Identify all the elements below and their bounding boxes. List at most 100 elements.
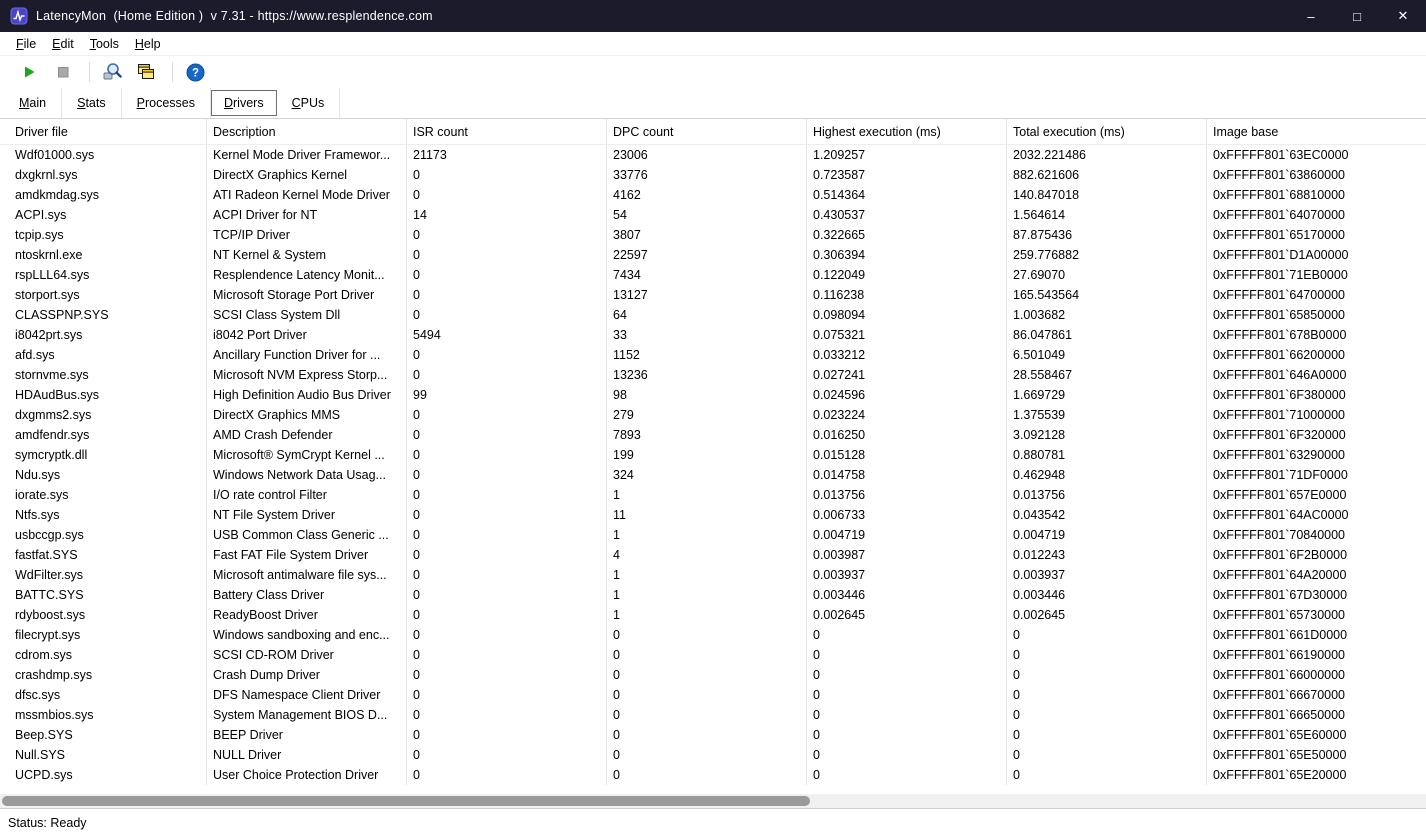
table-row[interactable]: UCPD.sys User Choice Protection Driver 0 0 0… bbox=[0, 765, 1426, 785]
minimize-button[interactable]: – bbox=[1288, 0, 1334, 32]
menubar: File Edit Tools Help bbox=[0, 32, 1426, 56]
column-header-image-base[interactable]: Image base bbox=[1207, 119, 1426, 144]
stop-monitor-button[interactable] bbox=[48, 59, 78, 85]
table-row[interactable]: ACPI.sys ACPI Driver for NT 14 54 0.430537 1.… bbox=[0, 205, 1426, 225]
table-cell: 0xFFFFF801`71DF0000 bbox=[1213, 468, 1348, 482]
column-header-dpc-count[interactable]: DPC count bbox=[607, 119, 807, 144]
table-row[interactable]: dxgmms2.sys DirectX Graphics MMS 0 279 0.023… bbox=[0, 405, 1426, 425]
table-cell: 0.013756 bbox=[1007, 485, 1207, 505]
table-cell: ntoskrnl.exe bbox=[0, 245, 207, 265]
tabbar: Main Stats Processes Drivers CPUs bbox=[0, 88, 1426, 118]
tab-drivers[interactable]: Drivers bbox=[210, 90, 277, 116]
column-header-driver-file[interactable]: Driver file bbox=[0, 119, 207, 144]
table-row[interactable]: BATTC.SYS Battery Class Driver 0 1 0.003446 0… bbox=[0, 585, 1426, 605]
column-header-total-execution[interactable]: Total execution (ms) bbox=[1007, 119, 1207, 144]
table-cell: 0 bbox=[807, 685, 1007, 705]
table-row[interactable]: fastfat.SYS Fast FAT File System Driver 0 4… bbox=[0, 545, 1426, 565]
table-cell: 1 bbox=[607, 525, 807, 545]
magnifier-tools-icon bbox=[102, 62, 122, 82]
table-row[interactable]: rspLLL64.sys Resplendence Latency Monit..… bbox=[0, 265, 1426, 285]
analyze-drivers-button[interactable] bbox=[97, 59, 127, 85]
tab-processes-label: Processes bbox=[136, 96, 195, 110]
table-row[interactable]: filecrypt.sys Windows sandboxing and enc.… bbox=[0, 625, 1426, 645]
table-cell: 0xFFFFF801`66670000 bbox=[1213, 688, 1346, 702]
table-row[interactable]: Ndu.sys Windows Network Data Usag... 0 324 0… bbox=[0, 465, 1426, 485]
listview-empty-space bbox=[0, 785, 1426, 794]
table-row[interactable]: mssmbios.sys System Management BIOS D... 0… bbox=[0, 705, 1426, 725]
menu-edit[interactable]: Edit bbox=[44, 35, 82, 53]
help-button[interactable]: ? bbox=[180, 59, 210, 85]
status-text: Status: Ready bbox=[8, 815, 87, 830]
svg-text:?: ? bbox=[191, 67, 198, 79]
table-cell: 0xFFFFF801`65E60000 bbox=[1213, 728, 1347, 742]
drivers-listview: Driver file Description ISR count DPC co… bbox=[0, 118, 1426, 808]
table-cell: I/O rate control Filter bbox=[207, 485, 407, 505]
table-row[interactable]: crashdmp.sys Crash Dump Driver 0 0 0 0 0xFFFFF… bbox=[0, 665, 1426, 685]
table-row[interactable]: usbccgp.sys USB Common Class Generic ... 0… bbox=[0, 525, 1426, 545]
table-row[interactable]: symcryptk.dll Microsoft® SymCrypt Kernel … bbox=[0, 445, 1426, 465]
table-cell: 0 bbox=[1007, 725, 1207, 745]
table-cell: 0 bbox=[607, 625, 807, 645]
table-row[interactable]: tcpip.sys TCP/IP Driver 0 3807 0.322665 87.87… bbox=[0, 225, 1426, 245]
tab-main[interactable]: Main bbox=[4, 88, 63, 118]
window-title: LatencyMon (Home Edition ) v 7.31 - http… bbox=[36, 9, 433, 23]
table-cell: UCPD.sys bbox=[0, 765, 207, 785]
column-header-description[interactable]: Description bbox=[207, 119, 407, 144]
table-cell: filecrypt.sys bbox=[0, 625, 207, 645]
table-row[interactable]: CLASSPNP.SYS SCSI Class System Dll 0 64 0.09… bbox=[0, 305, 1426, 325]
table-cell: 0 bbox=[407, 405, 607, 425]
table-cell: NT Kernel & System bbox=[207, 245, 407, 265]
column-header-isr-count[interactable]: ISR count bbox=[407, 119, 607, 144]
table-row[interactable]: rdyboost.sys ReadyBoost Driver 0 1 0.002645 0… bbox=[0, 605, 1426, 625]
table-row[interactable]: amdfendr.sys AMD Crash Defender 0 7893 0.016… bbox=[0, 425, 1426, 445]
menu-help[interactable]: Help bbox=[127, 35, 169, 53]
report-windows-button[interactable] bbox=[131, 59, 161, 85]
table-row[interactable]: WdFilter.sys Microsoft antimalware file s… bbox=[0, 565, 1426, 585]
table-row[interactable]: afd.sys Ancillary Function Driver for ...… bbox=[0, 345, 1426, 365]
table-row[interactable]: ntoskrnl.exe NT Kernel & System 0 22597 0.30… bbox=[0, 245, 1426, 265]
tab-processes[interactable]: Processes bbox=[122, 88, 211, 118]
toolbar-separator bbox=[172, 62, 173, 82]
table-row[interactable]: Beep.SYS BEEP Driver 0 0 0 0 0xFFFFF801`65E600… bbox=[0, 725, 1426, 745]
table-cell: 0xFFFFF801`64AC0000 bbox=[1213, 508, 1349, 522]
table-cell: 0.003937 bbox=[807, 565, 1007, 585]
table-row[interactable]: stornvme.sys Microsoft NVM Express Storp.… bbox=[0, 365, 1426, 385]
table-cell: 0.006733 bbox=[807, 505, 1007, 525]
table-cell: 0xFFFFF801`6F380000 bbox=[1213, 388, 1346, 402]
table-row[interactable]: dxgkrnl.sys DirectX Graphics Kernel 0 33776… bbox=[0, 165, 1426, 185]
table-row[interactable]: dfsc.sys DFS Namespace Client Driver 0 0 0 0 0… bbox=[0, 685, 1426, 705]
table-row[interactable]: HDAudBus.sys High Definition Audio Bus Dr… bbox=[0, 385, 1426, 405]
table-row[interactable]: iorate.sys I/O rate control Filter 0 1 0.013… bbox=[0, 485, 1426, 505]
table-cell: 3.092128 bbox=[1007, 425, 1207, 445]
table-cell: WdFilter.sys bbox=[0, 565, 207, 585]
table-row[interactable]: i8042prt.sys i8042 Port Driver 5494 33 0.075… bbox=[0, 325, 1426, 345]
table-cell: afd.sys bbox=[0, 345, 207, 365]
tab-main-label: Main bbox=[19, 96, 47, 110]
close-button[interactable]: ✕ bbox=[1380, 0, 1426, 32]
table-row[interactable]: cdrom.sys SCSI CD-ROM Driver 0 0 0 0 0xFFFFF80… bbox=[0, 645, 1426, 665]
table-cell: 0 bbox=[407, 565, 607, 585]
table-row[interactable]: storport.sys Microsoft Storage Port Drive… bbox=[0, 285, 1426, 305]
table-cell: User Choice Protection Driver bbox=[207, 765, 407, 785]
column-header-highest-execution[interactable]: Highest execution (ms) bbox=[807, 119, 1007, 144]
table-cell: 0xFFFFF801`68810000 bbox=[1213, 188, 1346, 202]
table-cell: 0xFFFFF801`65850000 bbox=[1213, 308, 1346, 322]
start-monitor-button[interactable] bbox=[14, 59, 44, 85]
horizontal-scrollbar[interactable] bbox=[0, 794, 1426, 808]
table-row[interactable]: amdkmdag.sys ATI Radeon Kernel Mode Drive… bbox=[0, 185, 1426, 205]
tab-cpus[interactable]: CPUs bbox=[277, 88, 341, 118]
menu-file[interactable]: File bbox=[8, 35, 44, 53]
table-cell: 27.69070 bbox=[1007, 265, 1207, 285]
table-row[interactable]: Wdf01000.sys Kernel Mode Driver Framewor.… bbox=[0, 145, 1426, 165]
table-cell: dxgmms2.sys bbox=[0, 405, 207, 425]
menu-tools[interactable]: Tools bbox=[82, 35, 127, 53]
maximize-button[interactable]: □ bbox=[1334, 0, 1380, 32]
table-cell: NULL Driver bbox=[207, 745, 407, 765]
table-row[interactable]: Null.SYS NULL Driver 0 0 0 0 0xFFFFF801`65E500… bbox=[0, 745, 1426, 765]
table-row[interactable]: Ntfs.sys NT File System Driver 0 11 0.006733… bbox=[0, 505, 1426, 525]
tab-stats[interactable]: Stats bbox=[62, 88, 122, 118]
horizontal-scrollbar-thumb[interactable] bbox=[2, 796, 810, 806]
table-cell: 0 bbox=[1007, 705, 1207, 725]
table-cell: 0.004719 bbox=[807, 525, 1007, 545]
table-cell: amdkmdag.sys bbox=[0, 185, 207, 205]
